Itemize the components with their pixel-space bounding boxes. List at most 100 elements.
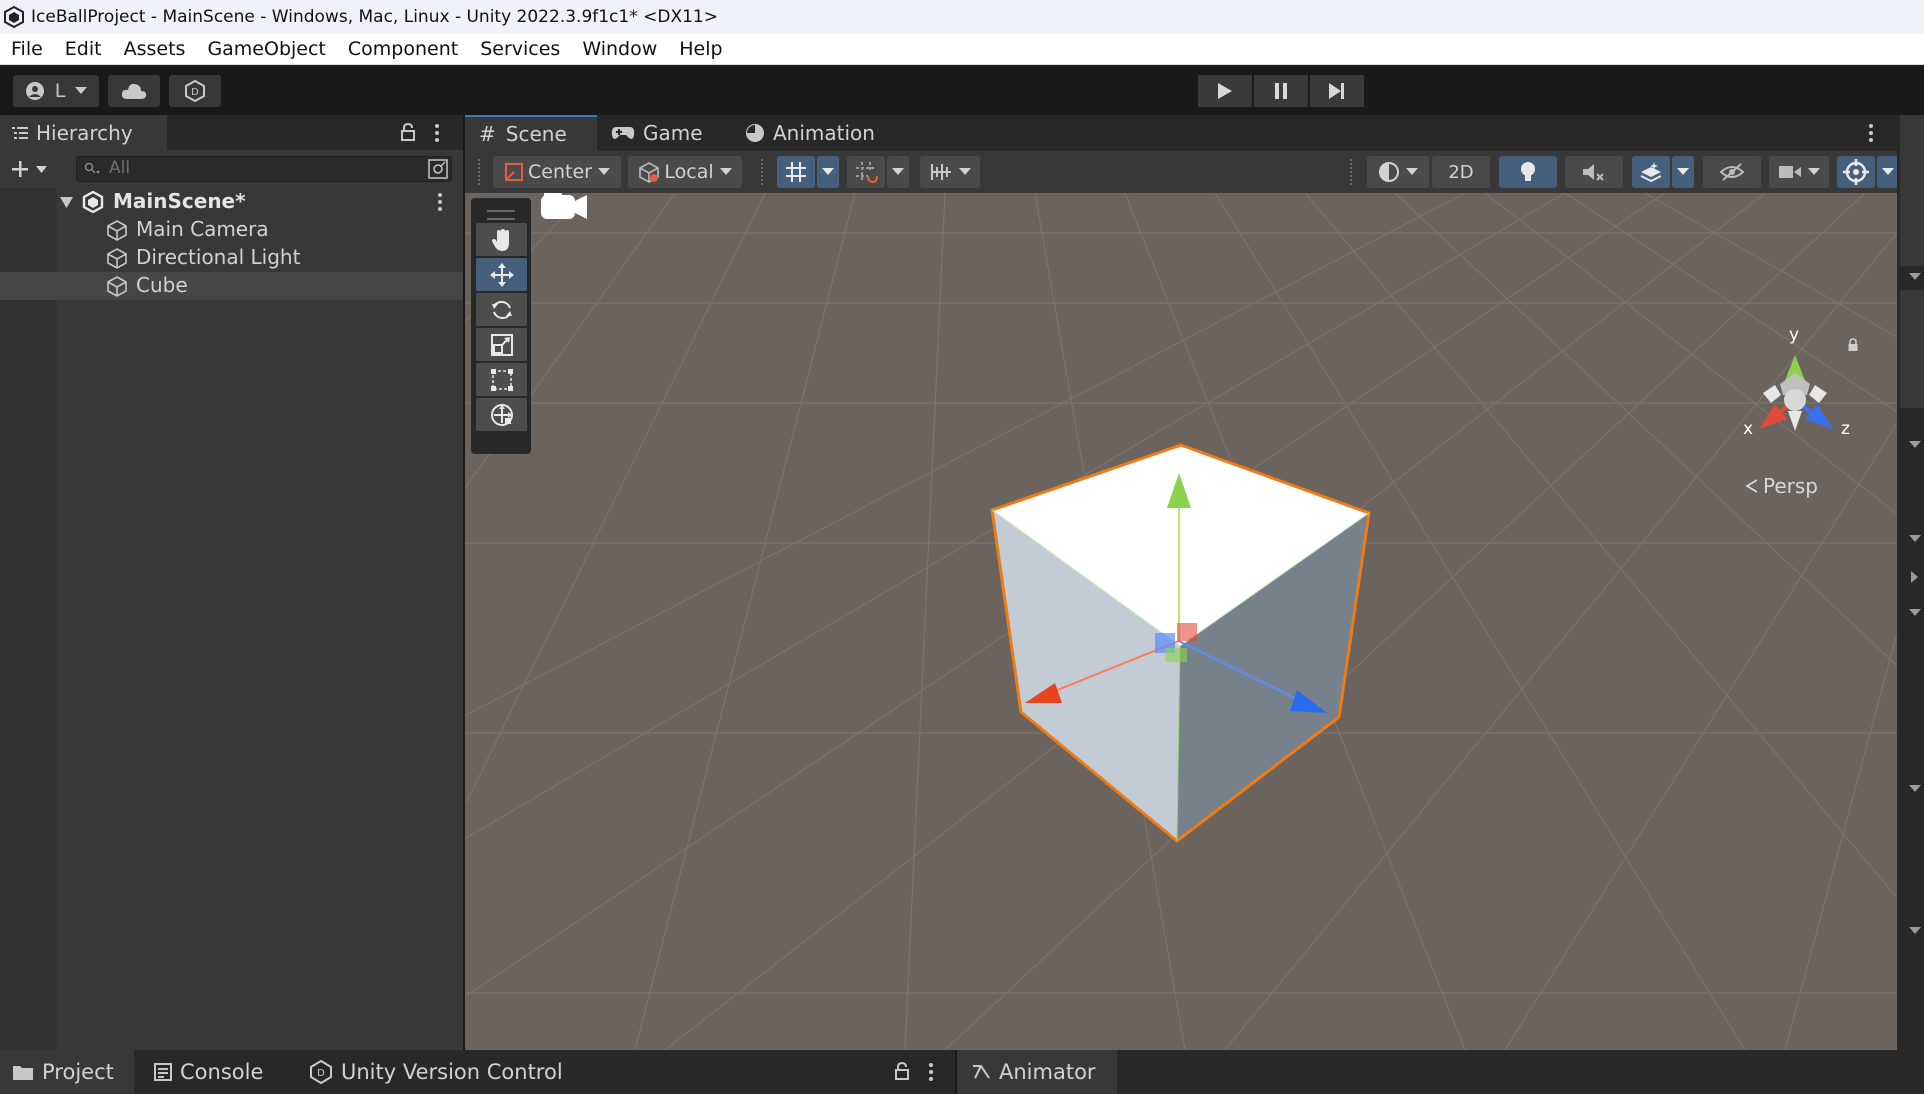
tab-version-control[interactable]: D Unity Version Control <box>309 1050 563 1094</box>
chevron-down-icon <box>959 168 971 175</box>
play-button[interactable] <box>1198 75 1252 107</box>
scene-search-icon[interactable] <box>428 159 448 179</box>
chevron-down-icon[interactable] <box>1909 785 1921 793</box>
grid-visibility-dropdown[interactable] <box>920 156 980 188</box>
animator-icon <box>973 1065 990 1079</box>
hand-tool-button[interactable] <box>476 223 527 256</box>
tab-animation-label: Animation <box>773 121 875 145</box>
rect-transform-icon <box>490 368 513 391</box>
gizmos-icon <box>1843 159 1869 185</box>
hierarchy-item-directional-light[interactable]: Directional Light <box>0 244 463 272</box>
lock-icon[interactable] <box>894 1062 910 1080</box>
pivot-dropdown[interactable]: Center <box>493 156 621 188</box>
more-options-icon[interactable] <box>434 123 440 143</box>
tab-animator[interactable]: Animator <box>957 1050 1117 1094</box>
cloud-icon <box>121 83 147 99</box>
move-tool-button[interactable] <box>476 258 527 291</box>
more-options-icon[interactable] <box>437 192 443 212</box>
grid-snap-toggle[interactable] <box>777 156 815 188</box>
menu-help[interactable]: Help <box>668 38 733 60</box>
chevron-down-icon <box>1406 168 1418 175</box>
hierarchy-tab-label: Hierarchy <box>36 120 133 145</box>
more-options-icon[interactable] <box>1868 123 1874 143</box>
more-options-icon[interactable] <box>928 1062 934 1082</box>
gizmos-toggle[interactable] <box>1837 156 1875 188</box>
menu-edit[interactable]: Edit <box>54 38 113 60</box>
toolbar-grip[interactable] <box>478 159 484 185</box>
tab-project-label: Project <box>42 1060 114 1084</box>
chevron-down-icon[interactable] <box>60 197 73 208</box>
lock-icon[interactable] <box>1847 338 1859 352</box>
chevron-down-icon <box>597 168 610 175</box>
create-dropdown[interactable] <box>10 158 56 180</box>
hierarchy-search-input[interactable]: All <box>76 156 452 182</box>
rotate-tool-button[interactable] <box>476 293 527 326</box>
collab-button[interactable]: D <box>169 75 221 107</box>
unity-scene-icon <box>82 191 104 213</box>
tab-project[interactable]: Project <box>0 1050 134 1094</box>
step-button[interactable] <box>1310 75 1364 107</box>
projection-toggle[interactable]: Persp <box>1745 474 1865 498</box>
effects-toggle[interactable] <box>1632 156 1670 188</box>
tab-animation[interactable]: Animation <box>745 115 875 151</box>
chevron-down-icon[interactable] <box>1909 927 1921 935</box>
rect-tool-button[interactable] <box>476 363 527 396</box>
orientation-gizmo[interactable]: y x z Persp <box>1725 315 1875 498</box>
chevron-down-icon <box>1808 168 1820 175</box>
chevron-right-icon[interactable] <box>1911 571 1919 583</box>
lock-icon[interactable] <box>400 123 416 141</box>
scale-tool-button[interactable] <box>476 328 527 361</box>
menu-services[interactable]: Services <box>469 38 571 60</box>
toolbar-grip[interactable] <box>761 159 767 185</box>
tab-game[interactable]: Game <box>611 115 703 151</box>
tab-console[interactable]: Console <box>154 1050 263 1094</box>
toolbar-grip[interactable] <box>1350 159 1356 185</box>
grid-snap-dropdown[interactable] <box>817 156 839 188</box>
chevron-down-icon[interactable] <box>1909 609 1921 617</box>
chevron-down-icon[interactable] <box>1909 273 1921 281</box>
grid-snap-icon <box>786 162 806 182</box>
bottom-dock: Project Console D Unity Version Control … <box>0 1050 1924 1094</box>
hierarchy-item-cube[interactable]: Cube <box>0 272 463 300</box>
audio-toggle[interactable] <box>1565 156 1623 188</box>
pause-button[interactable] <box>1254 75 1308 107</box>
increment-snap-toggle[interactable] <box>847 156 885 188</box>
draw-mode-dropdown[interactable] <box>1367 156 1429 188</box>
menu-assets[interactable]: Assets <box>113 38 197 60</box>
tab-scene[interactable]: # Scene <box>465 115 597 151</box>
hierarchy-item-main-camera[interactable]: Main Camera <box>0 216 463 244</box>
inspector-tab-edge[interactable] <box>1900 115 1924 151</box>
scale-icon <box>490 333 513 356</box>
space-dropdown[interactable]: Local <box>628 156 742 188</box>
account-dropdown[interactable]: L <box>13 75 99 107</box>
lighting-toggle[interactable] <box>1499 156 1557 188</box>
tab-version-control-label: Unity Version Control <box>341 1060 563 1084</box>
search-icon <box>84 162 100 174</box>
gizmos-dropdown[interactable] <box>1877 156 1897 188</box>
menu-file[interactable]: File <box>0 38 54 60</box>
version-control-icon: D <box>185 80 205 102</box>
effects-dropdown[interactable] <box>1672 156 1694 188</box>
transform-icon <box>490 403 513 426</box>
search-placeholder: All <box>109 158 131 178</box>
menu-window[interactable]: Window <box>571 38 668 60</box>
transform-tool-button[interactable] <box>476 398 527 431</box>
chevron-down-icon <box>75 87 88 94</box>
cloud-button[interactable] <box>108 75 160 107</box>
local-space-icon <box>639 162 660 183</box>
menu-bar: File Edit Assets GameObject Component Se… <box>0 34 1924 65</box>
scene-root-row[interactable]: MainScene* <box>0 188 463 216</box>
tab-hierarchy[interactable]: Hierarchy <box>0 115 167 150</box>
camera-settings-dropdown[interactable] <box>1769 156 1829 188</box>
chevron-down-icon[interactable] <box>1909 535 1921 543</box>
chevron-down-icon[interactable] <box>1909 441 1921 449</box>
menu-component[interactable]: Component <box>337 38 469 60</box>
toggle-2d-button[interactable]: 2D <box>1432 156 1490 188</box>
plus-icon <box>12 161 28 177</box>
scene-viewport[interactable] <box>465 193 1897 1050</box>
overlay-drag-handle[interactable] <box>487 210 515 220</box>
axis-y-label: y <box>1789 325 1800 345</box>
scene-visibility-toggle[interactable] <box>1703 156 1761 188</box>
menu-gameobject[interactable]: GameObject <box>196 38 336 60</box>
increment-snap-dropdown[interactable] <box>887 156 909 188</box>
